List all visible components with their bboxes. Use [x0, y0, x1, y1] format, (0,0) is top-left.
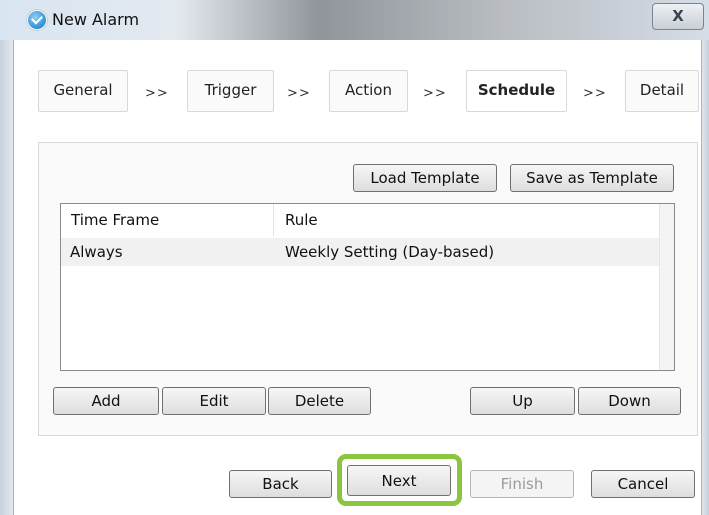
- finish-button: Finish: [470, 470, 574, 498]
- edit-button[interactable]: Edit: [162, 387, 266, 415]
- step-separator: >>: [423, 86, 447, 101]
- schedule-table: Time Frame Rule Always Weekly Setting (D…: [60, 203, 675, 371]
- close-button[interactable]: X: [652, 3, 704, 30]
- tab-general[interactable]: General: [38, 70, 128, 112]
- load-template-button[interactable]: Load Template: [353, 164, 497, 192]
- step-separator: >>: [583, 86, 607, 101]
- window-title: New Alarm: [52, 10, 140, 29]
- table-scrollbar[interactable]: [659, 204, 674, 370]
- window-frame-right: [701, 40, 709, 515]
- add-button[interactable]: Add: [53, 387, 159, 415]
- save-as-template-button[interactable]: Save as Template: [510, 164, 674, 192]
- cancel-button[interactable]: Cancel: [591, 470, 695, 498]
- tab-detail[interactable]: Detail: [625, 70, 699, 112]
- window-frame-left: [0, 40, 14, 515]
- step-separator: >>: [287, 86, 311, 101]
- cell-time-frame: Always: [70, 243, 123, 261]
- table-row[interactable]: Always Weekly Setting (Day-based): [61, 238, 661, 266]
- tab-action[interactable]: Action: [329, 70, 408, 112]
- back-button[interactable]: Back: [229, 470, 332, 498]
- next-highlight-frame: [337, 454, 462, 506]
- delete-button[interactable]: Delete: [268, 387, 371, 415]
- up-button[interactable]: Up: [470, 387, 575, 415]
- step-separator: >>: [145, 86, 169, 101]
- column-header-time-frame[interactable]: Time Frame: [71, 204, 159, 236]
- tab-schedule[interactable]: Schedule: [466, 70, 567, 112]
- tab-trigger[interactable]: Trigger: [187, 70, 274, 112]
- column-divider: [273, 204, 274, 236]
- cell-rule: Weekly Setting (Day-based): [285, 243, 495, 261]
- down-button[interactable]: Down: [578, 387, 681, 415]
- column-header-rule[interactable]: Rule: [285, 204, 318, 236]
- app-check-icon: [27, 10, 47, 30]
